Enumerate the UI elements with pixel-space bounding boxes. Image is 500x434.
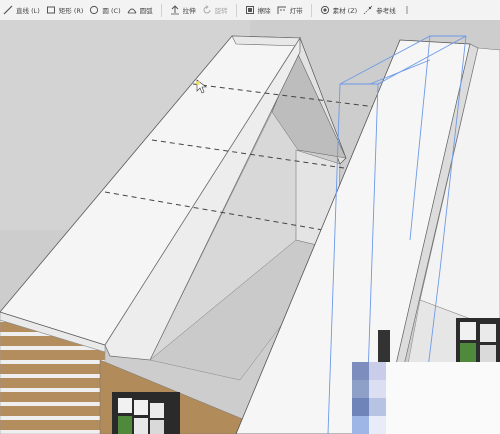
toolbar-separator	[310, 3, 312, 17]
line-icon	[3, 5, 13, 15]
lower-window	[112, 392, 180, 434]
sketchup-window: 直线 (L) 矩形 (R) 圆 (C) 圆弧 拉伸 旋转 擦除 灯带 素材 (Z) 参考线	[0, 0, 500, 434]
rotate-tool-label: 旋转	[214, 7, 228, 15]
erase-tool[interactable]: 擦除	[242, 1, 274, 19]
palette-blank-area	[386, 416, 500, 434]
erase-tool-label: 擦除	[257, 7, 271, 15]
rotate-icon	[203, 5, 211, 14]
palette-swatch[interactable]	[369, 380, 386, 398]
light-tool[interactable]: 灯带	[274, 1, 306, 19]
palette-swatch[interactable]	[369, 362, 386, 380]
reference-line-tool[interactable]: 参考线	[360, 1, 399, 19]
eraser-icon	[245, 6, 254, 14]
circle-tool-label: 圆 (C)	[102, 7, 121, 15]
palette-swatch[interactable]	[369, 398, 386, 416]
line-tool-label: 直线 (L)	[16, 7, 40, 15]
palette-blank-area	[386, 398, 500, 416]
palette-blank-area	[386, 380, 500, 398]
palette-swatch[interactable]	[369, 416, 386, 434]
material-tool[interactable]: 素材 (Z)	[317, 1, 361, 19]
light-tool-label: 灯带	[289, 7, 303, 15]
palette-swatch[interactable]	[352, 362, 369, 380]
color-palette[interactable]	[352, 362, 500, 434]
rectangle-icon	[46, 6, 55, 14]
pushpull-tool-label: 拉伸	[182, 7, 196, 15]
reference-line-icon	[363, 5, 373, 15]
line-tool[interactable]: 直线 (L)	[0, 1, 43, 19]
lightstrip-icon	[277, 6, 286, 14]
pushpull-icon	[170, 5, 179, 15]
palette-swatch[interactable]	[352, 416, 369, 434]
toolbar-separator	[235, 3, 237, 17]
palette-swatch[interactable]	[352, 398, 369, 416]
arc-tool-label: 圆弧	[139, 7, 153, 15]
rectangle-tool-label: 矩形 (R)	[58, 7, 84, 15]
overflow-icon	[406, 6, 408, 14]
material-tool-label: 素材 (Z)	[332, 7, 358, 15]
toolbar-separator	[160, 3, 162, 17]
drawing-toolbar: 直线 (L) 矩形 (R) 圆 (C) 圆弧 拉伸 旋转 擦除 灯带 素材 (Z) 参考线	[0, 0, 500, 21]
toolbar-overflow-button[interactable]	[399, 1, 418, 19]
rectangle-tool[interactable]: 矩形 (R)	[43, 1, 87, 19]
rotate-tool[interactable]: 旋转	[199, 1, 231, 19]
circle-tool[interactable]: 圆 (C)	[86, 1, 123, 19]
arc-tool[interactable]: 圆弧	[124, 1, 156, 19]
pushpull-tool[interactable]: 拉伸	[167, 1, 199, 19]
palette-swatch[interactable]	[352, 380, 369, 398]
reference-line-tool-label: 参考线	[376, 7, 396, 15]
palette-blank-area	[386, 362, 500, 380]
material-icon	[320, 5, 329, 15]
circle-icon	[90, 5, 99, 15]
arc-icon	[127, 8, 137, 14]
